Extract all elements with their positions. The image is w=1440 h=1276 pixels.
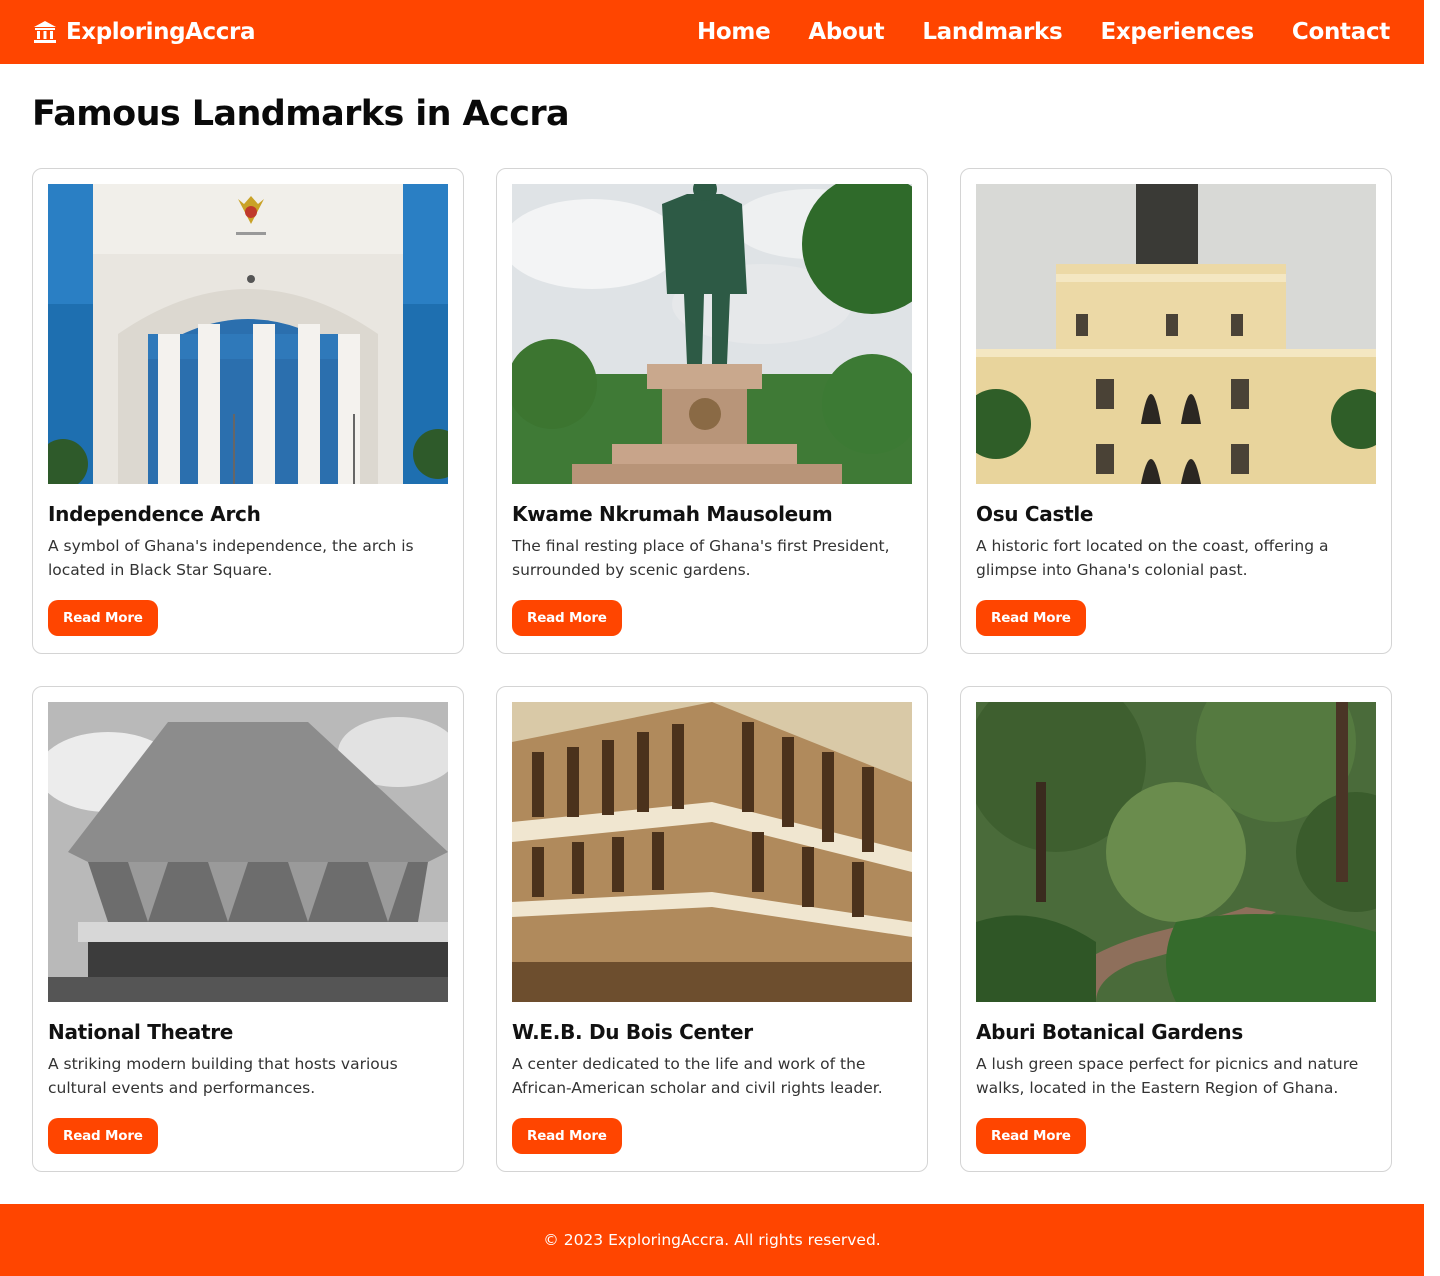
card-title: National Theatre [48,1020,234,1044]
nav-link-experiences[interactable]: Experiences [1100,19,1254,45]
main-nav: Home About Landmarks Experiences Contact [697,19,1390,45]
read-more-button[interactable]: Read More [512,1118,622,1154]
read-more-button[interactable]: Read More [976,600,1086,636]
aburi-gardens-photo [976,702,1376,1002]
site-header: ExploringAccra Home About Landmarks Expe… [0,0,1424,64]
landmark-card: Aburi Botanical Gardens A lush green spa… [960,686,1392,1172]
nkrumah-statue-photo [512,184,912,484]
card-description: A historic fort located on the coast, of… [976,537,1329,579]
national-theatre-photo [48,702,448,1002]
independence-arch-photo [48,184,448,484]
brand-name: ExploringAccra [66,19,256,45]
brand-link[interactable]: ExploringAccra [32,19,255,45]
card-description: A striking modern building that hosts va… [48,1055,398,1097]
landmark-card: W.E.B. Du Bois Center A center dedicated… [496,686,928,1172]
read-more-button[interactable]: Read More [976,1118,1086,1154]
read-more-button[interactable]: Read More [512,600,622,636]
landmark-card: Independence Arch A symbol of Ghana's in… [32,168,464,654]
du-bois-center-photo [512,702,912,1002]
osu-castle-photo [976,184,1376,484]
landmark-grid: Independence Arch A symbol of Ghana's in… [32,168,1392,1172]
landmark-card: Osu Castle A historic fort located on th… [960,168,1392,654]
card-description: A center dedicated to the life and work … [512,1055,883,1097]
card-description: A lush green space perfect for picnics a… [976,1055,1359,1097]
card-title: Kwame Nkrumah Mausoleum [512,502,833,526]
read-more-button[interactable]: Read More [48,1118,158,1154]
nav-link-home[interactable]: Home [697,19,771,45]
card-description: The final resting place of Ghana's first… [512,537,890,579]
landmark-card: National Theatre A striking modern build… [32,686,464,1172]
copyright-text: © 2023 ExploringAccra. All rights reserv… [543,1231,881,1249]
card-title: Aburi Botanical Gardens [976,1020,1243,1044]
card-title: Osu Castle [976,502,1094,526]
read-more-button[interactable]: Read More [48,600,158,636]
card-title: Independence Arch [48,502,261,526]
nav-link-landmarks[interactable]: Landmarks [922,19,1062,45]
nav-link-contact[interactable]: Contact [1292,19,1390,45]
card-description: A symbol of Ghana's independence, the ar… [48,537,414,579]
site-footer: © 2023 ExploringAccra. All rights reserv… [0,1204,1424,1276]
landmark-icon [34,21,56,43]
card-title: W.E.B. Du Bois Center [512,1020,753,1044]
page-title: Famous Landmarks in Accra [32,94,570,134]
nav-link-about[interactable]: About [808,19,884,45]
landmark-card: Kwame Nkrumah Mausoleum The final restin… [496,168,928,654]
